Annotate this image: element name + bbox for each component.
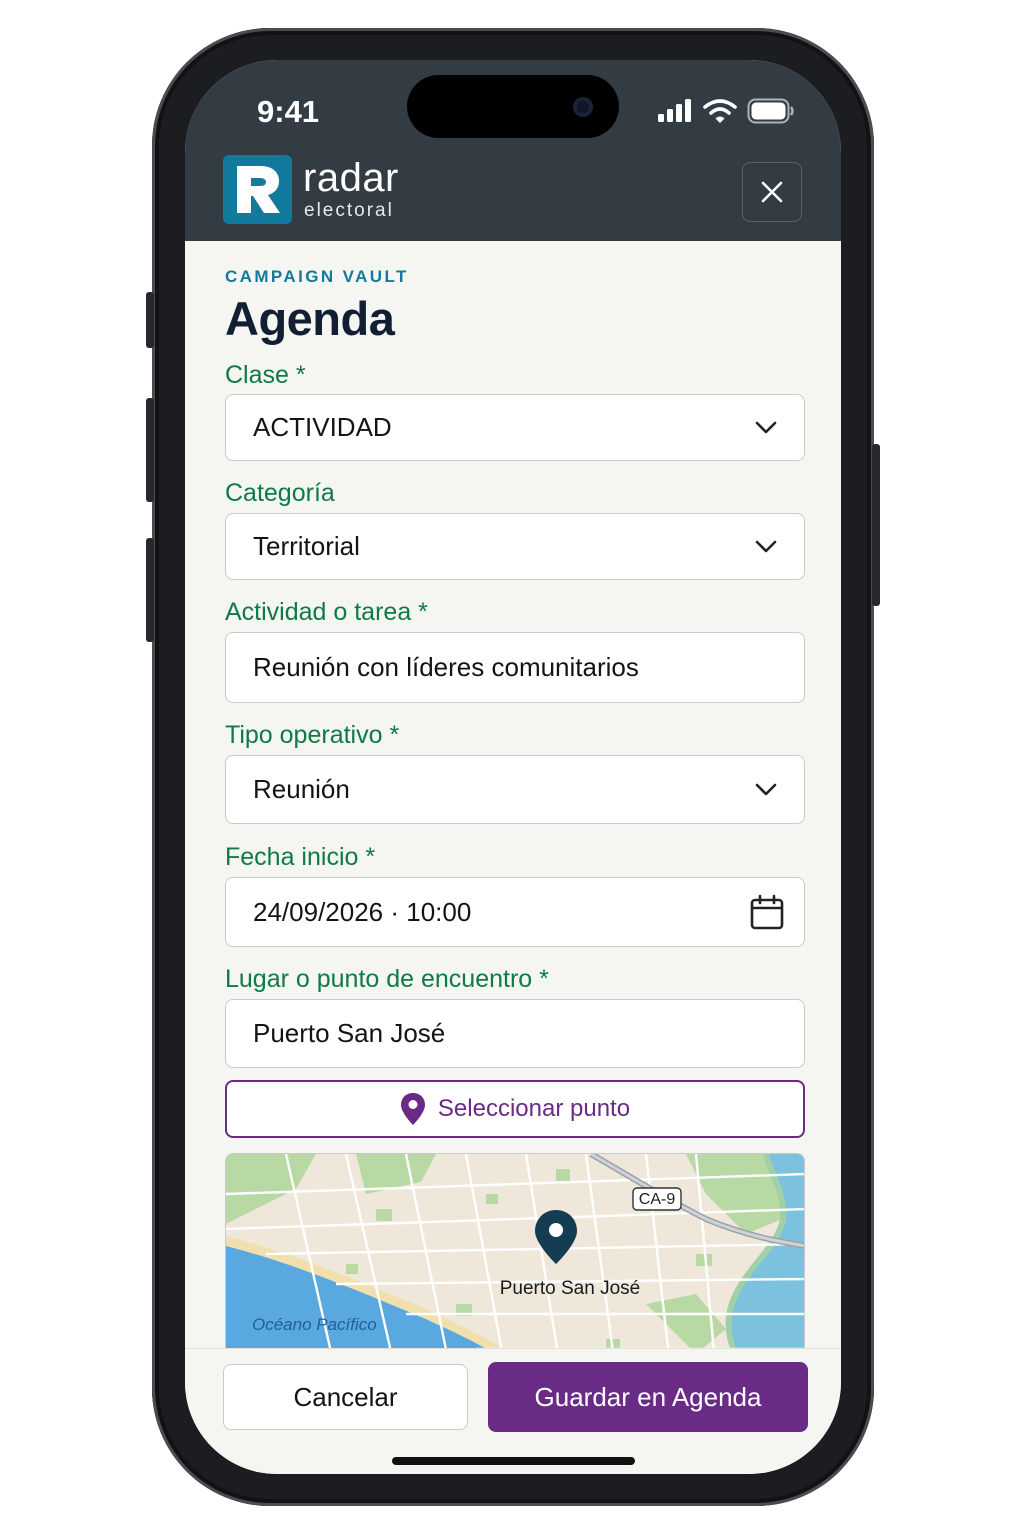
- tipo-select[interactable]: Reunión: [225, 755, 805, 824]
- lugar-value: Puerto San José: [253, 1018, 446, 1048]
- signal-icon: [658, 99, 691, 122]
- fecha-input[interactable]: 24/09/2026 · 10:00: [225, 877, 805, 947]
- page-title: Agenda: [225, 292, 395, 345]
- brand-subtitle: electoral: [304, 200, 394, 221]
- calendar-icon[interactable]: [750, 894, 784, 930]
- volume-down-button: [146, 538, 154, 642]
- tipo-label: Tipo operativo *: [225, 721, 400, 749]
- map-pin-icon: [400, 1093, 425, 1125]
- chevron-down-icon: [755, 421, 777, 433]
- actividad-value: Reunión con líderes comunitarios: [253, 652, 639, 682]
- lugar-input[interactable]: Puerto San José: [225, 999, 805, 1068]
- home-indicator[interactable]: [392, 1457, 635, 1465]
- actividad-input[interactable]: Reunión con líderes comunitarios: [225, 632, 805, 703]
- location-map[interactable]: CA-9 Puerto San José Océano Pacífico: [225, 1153, 805, 1373]
- save-agenda-button[interactable]: Guardar en Agenda: [488, 1362, 808, 1432]
- select-point-button[interactable]: Seleccionar punto: [225, 1080, 805, 1138]
- map-ocean-label: Océano Pacífico: [252, 1315, 377, 1334]
- footer-actions: Cancelar Guardar en Agenda: [185, 1348, 841, 1474]
- brand-name: radar: [303, 156, 399, 200]
- categoria-label: Categoría: [225, 479, 335, 507]
- logo-r-icon: [237, 166, 280, 213]
- cancel-button[interactable]: Cancelar: [223, 1364, 468, 1430]
- categoria-select[interactable]: Territorial: [225, 513, 805, 580]
- clase-select[interactable]: ACTIVIDAD: [225, 394, 805, 461]
- select-point-label: Seleccionar punto: [437, 1095, 631, 1122]
- actividad-label: Actividad o tarea *: [225, 598, 428, 626]
- fecha-label: Fecha inicio *: [225, 843, 376, 871]
- lugar-label: Lugar o punto de encuentro *: [225, 965, 549, 993]
- clase-label: Clase *: [225, 361, 306, 389]
- action-button: [146, 292, 154, 348]
- close-icon: [761, 181, 783, 203]
- wifi-icon: [703, 99, 737, 123]
- chevron-down-icon: [755, 783, 777, 795]
- clase-value: ACTIVIDAD: [253, 412, 392, 442]
- fecha-value: 24/09/2026 · 10:00: [253, 896, 472, 927]
- camera-icon: [573, 97, 593, 117]
- dynamic-island: [407, 75, 619, 138]
- road-label: CA-9: [639, 1191, 676, 1208]
- categoria-value: Territorial: [253, 531, 360, 561]
- volume-up-button: [146, 398, 154, 502]
- map-place-label: Puerto San José: [500, 1278, 640, 1299]
- chevron-down-icon: [755, 540, 777, 552]
- close-button[interactable]: [742, 162, 802, 222]
- brand-logo: [223, 155, 292, 224]
- map-canvas: CA-9 Puerto San José Océano Pacífico: [226, 1154, 804, 1372]
- status-icons: [657, 98, 795, 124]
- tipo-value: Reunión: [253, 774, 350, 804]
- app-header: 9:41 radar electoral: [185, 60, 841, 241]
- power-button: [872, 444, 880, 606]
- eyebrow-label: CAMPAIGN VAULT: [225, 267, 409, 286]
- phone-screen: 9:41 radar electoral CAMPAIGN VAULT Agen…: [185, 60, 841, 1474]
- status-time: 9:41: [257, 94, 320, 129]
- battery-icon: [747, 98, 794, 124]
